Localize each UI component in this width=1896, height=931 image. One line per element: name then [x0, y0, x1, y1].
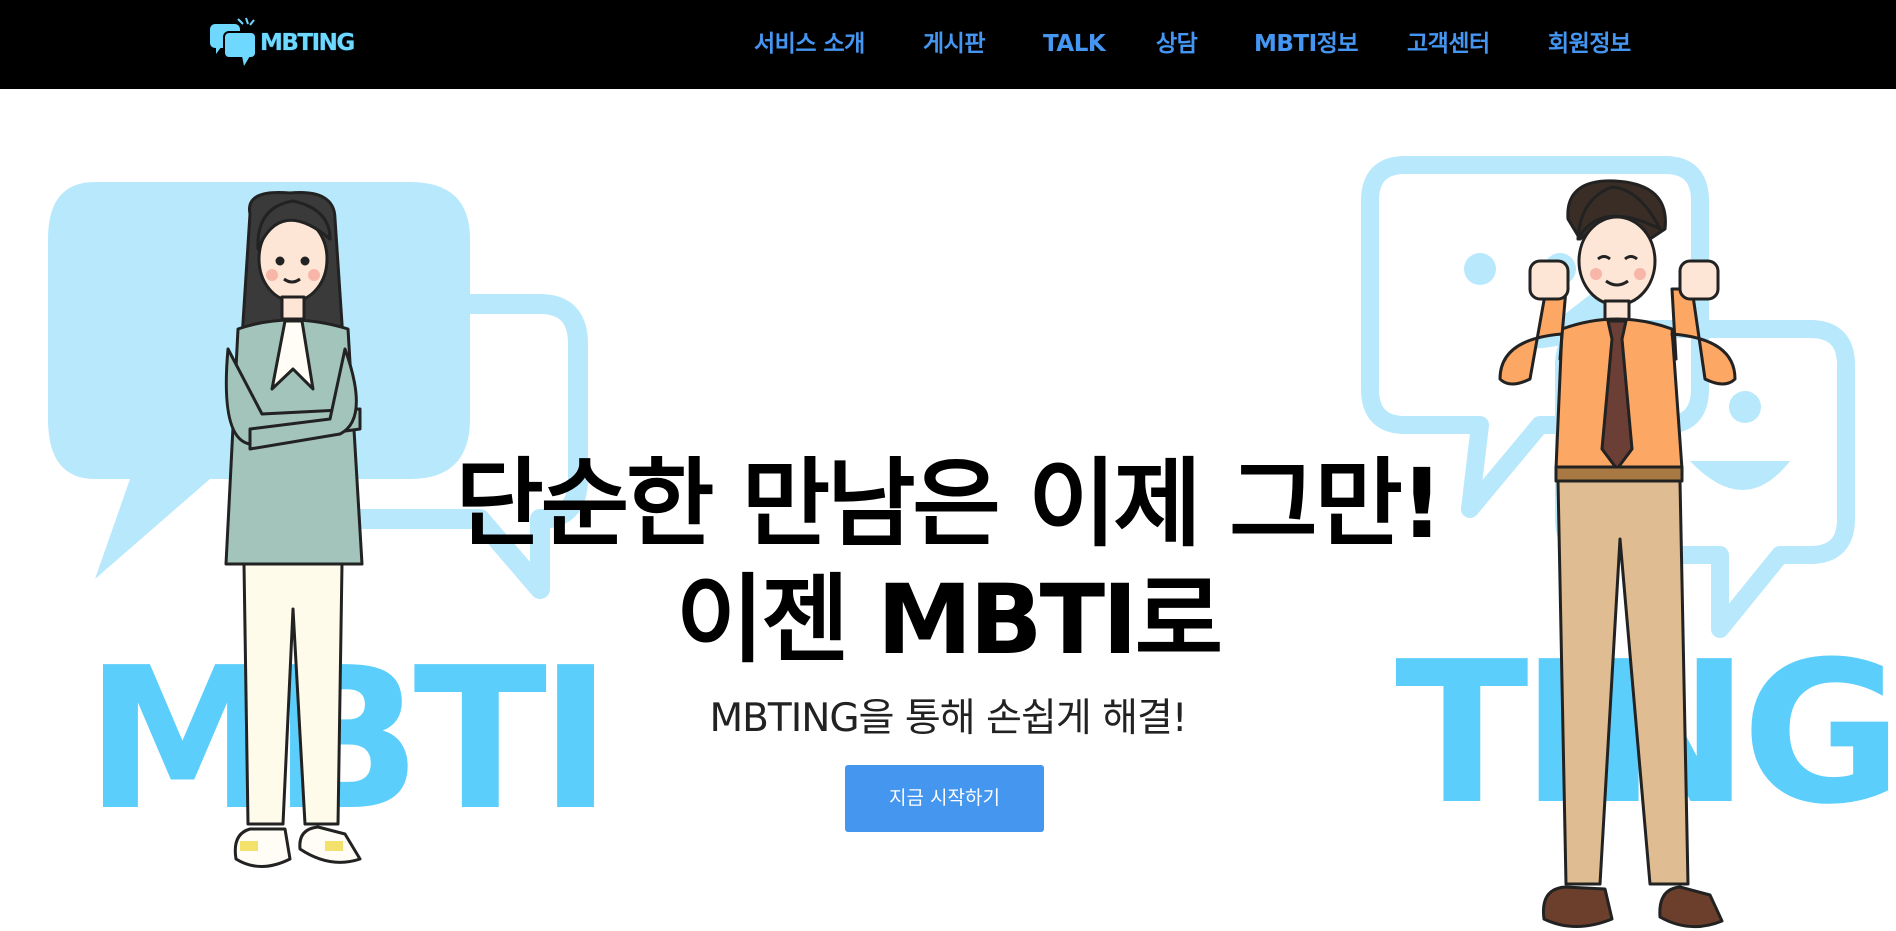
nav-item-mbti-info[interactable]: MBTI정보	[1254, 24, 1359, 64]
nav-item-member-info[interactable]: 회원정보	[1548, 24, 1631, 64]
nav-item-service-intro[interactable]: 서비스 소개	[754, 24, 865, 64]
start-now-button[interactable]: 지금 시작하기	[845, 765, 1044, 832]
main-nav: 서비스 소개 게시판 TALK 상담 MBTI정보 고객센터 회원정보	[0, 24, 1896, 64]
nav-item-talk[interactable]: TALK	[1043, 24, 1106, 64]
nav-item-consulting[interactable]: 상담	[1156, 24, 1198, 64]
hero-headline: 단순한 만남은 이제 그만! 이젠 MBTI로	[0, 446, 1896, 678]
headline-line-1: 단순한 만남은 이제 그만!	[455, 448, 1443, 561]
nav-item-customer-center[interactable]: 고객센터	[1407, 24, 1490, 64]
nav-item-board[interactable]: 게시판	[923, 24, 985, 64]
hero-section: MBTI TING	[0, 89, 1896, 931]
headline-line-2: 이젠 MBTI로	[675, 564, 1223, 677]
top-navigation-bar: MBTING 서비스 소개 게시판 TALK 상담 MBTI정보 고객센터 회원…	[0, 0, 1896, 89]
hero-subline: MBTING을 통해 손쉽게 해결!	[709, 696, 1188, 741]
